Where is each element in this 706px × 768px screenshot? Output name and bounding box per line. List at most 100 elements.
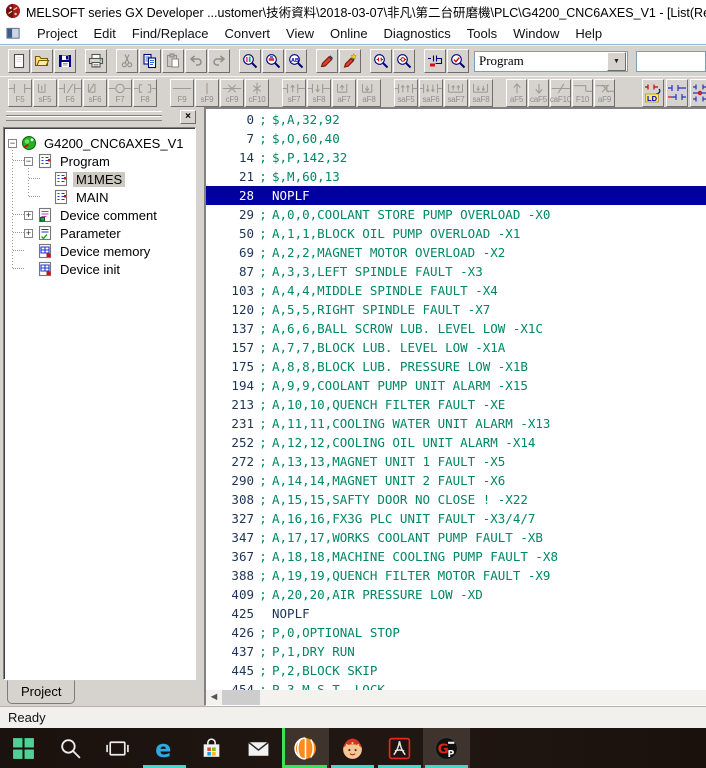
- ladder-f7-button[interactable]: F7: [108, 79, 132, 107]
- tree-item-device-comment[interactable]: +Device comment: [4, 206, 195, 224]
- list-row[interactable]: 29;A,0,0,COOLANT STORE PUMP OVERLOAD -X0: [206, 205, 706, 224]
- ladder-saf7-button[interactable]: saF7: [444, 79, 468, 107]
- ladder-cf10-button[interactable]: cF10: [245, 79, 269, 107]
- scroll-thumb[interactable]: [222, 690, 260, 705]
- ladder-list-convert-button[interactable]: LD: [642, 79, 664, 107]
- ladder-sf9-button[interactable]: sF9: [195, 79, 219, 107]
- tree-item-m1mes[interactable]: M1MES: [4, 170, 195, 188]
- list-row[interactable]: 120;A,5,5,RIGHT SPINDLE FAULT -X7: [206, 300, 706, 319]
- redo-button[interactable]: [208, 49, 230, 73]
- ladder-sf6-button[interactable]: sF6: [83, 79, 107, 107]
- find-replace-button[interactable]: [239, 49, 261, 73]
- monitor-edit-mode-button[interactable]: [339, 49, 361, 73]
- collapse-icon[interactable]: −: [8, 139, 17, 148]
- list-row[interactable]: 409;A,20,20,AIR PRESSURE LOW -XD: [206, 585, 706, 604]
- menu-edit[interactable]: Edit: [85, 24, 123, 43]
- ladder-symbol-view-button[interactable]: [666, 79, 688, 107]
- ladder-af8-button[interactable]: aF8: [357, 79, 381, 107]
- list-row[interactable]: 425NOPLF: [206, 604, 706, 623]
- menu-view[interactable]: View: [278, 24, 322, 43]
- ladder-saf5-button[interactable]: saF5: [394, 79, 418, 107]
- ladder-f10-button[interactable]: F10: [572, 79, 593, 107]
- taskbar-start-icon[interactable]: [0, 728, 47, 768]
- tab-project[interactable]: Project: [7, 680, 75, 704]
- list-row[interactable]: 87;A,3,3,LEFT SPINDLE FAULT -X3: [206, 262, 706, 281]
- taskbar-orange-globe-app-icon[interactable]: [282, 728, 329, 768]
- chevron-down-icon[interactable]: ▼: [607, 52, 626, 71]
- save-project-button[interactable]: [54, 49, 76, 73]
- list-row-selected[interactable]: 28NOPLF: [206, 186, 706, 205]
- ladder-sf8-button[interactable]: sF8: [307, 79, 331, 107]
- tree-item-device-init[interactable]: Device init: [4, 260, 195, 278]
- list-row[interactable]: 194;A,9,9,COOLANT PUMP UNIT ALARM -X15: [206, 376, 706, 395]
- taskbar-edge-icon[interactable]: e: [141, 728, 188, 768]
- ladder-caf10-button[interactable]: caF10: [550, 79, 571, 107]
- collapse-icon[interactable]: −: [24, 157, 33, 166]
- cut-button[interactable]: [116, 49, 138, 73]
- find-contact-button[interactable]: [370, 49, 392, 73]
- list-row[interactable]: 21;$,M,60,13: [206, 167, 706, 186]
- list-row[interactable]: 388;A,19,19,QUENCH FILTER MOTOR FAULT -X…: [206, 566, 706, 585]
- list-row[interactable]: 7;$,O,60,40: [206, 129, 706, 148]
- device-test-button[interactable]: [424, 49, 446, 73]
- list-row[interactable]: 175;A,8,8,BLOCK LUB. PRESSURE LOW -X1B: [206, 357, 706, 376]
- find-input[interactable]: [636, 51, 706, 72]
- copy-button[interactable]: [139, 49, 161, 73]
- list-row[interactable]: 50;A,1,1,BLOCK OIL PUMP OVERLOAD -X1: [206, 224, 706, 243]
- ladder-saf6-button[interactable]: saF6: [419, 79, 443, 107]
- list-row[interactable]: 69;A,2,2,MAGNET MOTOR OVERLOAD -X2: [206, 243, 706, 262]
- ladder-saf8-button[interactable]: saF8: [469, 79, 493, 107]
- list-row[interactable]: 437;P,1,DRY RUN: [206, 642, 706, 661]
- expand-icon[interactable]: +: [24, 211, 33, 220]
- menu-convert[interactable]: Convert: [216, 24, 278, 43]
- tree-item-parameter[interactable]: +Parameter: [4, 224, 195, 242]
- list-row[interactable]: 347;A,17,17,WORKS COOLANT PUMP FAULT -XB: [206, 528, 706, 547]
- scroll-left-icon[interactable]: ◄: [206, 690, 222, 705]
- tree-item-program[interactable]: −Program: [4, 152, 195, 170]
- tree-item-main[interactable]: MAIN: [4, 188, 195, 206]
- open-project-button[interactable]: [31, 49, 53, 73]
- ladder-edit-mode-button[interactable]: [316, 49, 338, 73]
- ladder-f6-button[interactable]: F6: [58, 79, 82, 107]
- ladder-f8-button[interactable]: F8: [133, 79, 157, 107]
- ladder-caf5-button[interactable]: caF5: [528, 79, 549, 107]
- list-row[interactable]: 231;A,11,11,COOLING WATER UNIT ALARM -X1…: [206, 414, 706, 433]
- ladder-sf7-button[interactable]: sF7: [282, 79, 306, 107]
- find-device-button[interactable]: [262, 49, 284, 73]
- ladder-f9-button[interactable]: F9: [170, 79, 194, 107]
- taskbar-gx-developer-icon[interactable]: GP: [423, 728, 470, 768]
- taskbar-search-icon[interactable]: [47, 728, 94, 768]
- list-row[interactable]: 327;A,16,16,FX3G PLC UNIT FAULT -X3/4/7: [206, 509, 706, 528]
- expand-icon[interactable]: +: [24, 229, 33, 238]
- menu-window[interactable]: Window: [505, 24, 567, 43]
- menu-online[interactable]: Online: [322, 24, 376, 43]
- program-type-combo[interactable]: Program ▼: [474, 51, 628, 72]
- list-row[interactable]: 213;A,10,10,QUENCH FILTER FAULT -XE: [206, 395, 706, 414]
- list-row[interactable]: 252;A,12,12,COOLING OIL UNIT ALARM -X14: [206, 433, 706, 452]
- list-row[interactable]: 367;A,18,18,MACHINE COOLING PUMP FAULT -…: [206, 547, 706, 566]
- tree-item-device-memory[interactable]: Device memory: [4, 242, 195, 260]
- menu-project[interactable]: Project: [29, 24, 85, 43]
- find-coil-button[interactable]: [393, 49, 415, 73]
- new-project-button[interactable]: [8, 49, 30, 73]
- list-row[interactable]: 0;$,A,32,92: [206, 110, 706, 129]
- tree-item-g4200-cnc6axes-v1[interactable]: −G4200_CNC6AXES_V1: [4, 134, 195, 152]
- ladder-cf9-button[interactable]: cF9: [220, 79, 244, 107]
- list-row[interactable]: 426;P,0,OPTIONAL STOP: [206, 623, 706, 642]
- taskbar-mail-icon[interactable]: [235, 728, 282, 768]
- ladder-sf5-button[interactable]: sF5: [33, 79, 57, 107]
- taskbar-avatar-app-icon[interactable]: [329, 728, 376, 768]
- print-button[interactable]: [85, 49, 107, 73]
- ladder-symbol-view-2-button[interactable]: [690, 79, 706, 107]
- menu-diagnostics[interactable]: Diagnostics: [376, 24, 459, 43]
- undo-button[interactable]: [185, 49, 207, 73]
- taskbar-task-view-icon[interactable]: [94, 728, 141, 768]
- list-row[interactable]: 445;P,2,BLOCK SKIP: [206, 661, 706, 680]
- menu-tools[interactable]: Tools: [459, 24, 505, 43]
- menu-help[interactable]: Help: [567, 24, 610, 43]
- find-instruction-button[interactable]: AB: [285, 49, 307, 73]
- ladder-af9-button[interactable]: aF9: [594, 79, 615, 107]
- list-row[interactable]: 137;A,6,6,BALL SCROW LUB. LEVEL LOW -X1C: [206, 319, 706, 338]
- taskbar-acrobat-icon[interactable]: [376, 728, 423, 768]
- panel-gripper-2[interactable]: [6, 116, 162, 121]
